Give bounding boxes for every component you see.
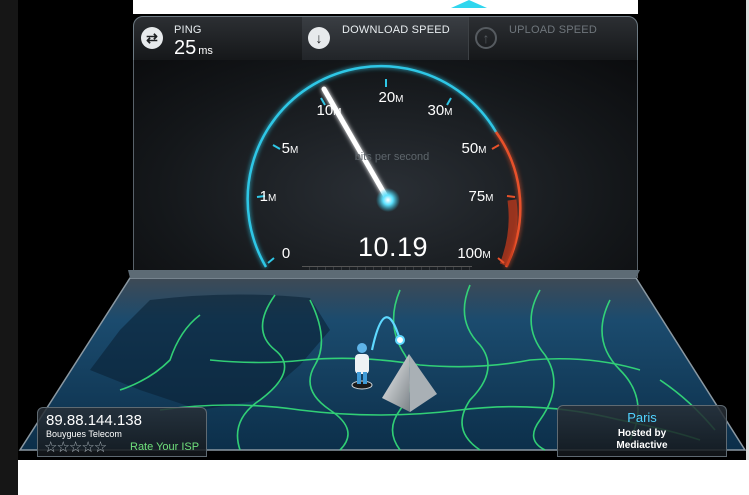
- server-host-name: Mediactive: [616, 440, 668, 451]
- gauge-hub: [376, 188, 400, 212]
- gauge-tick-label: 1M: [260, 188, 277, 205]
- isp-ip-address: 89.88.144.138: [46, 412, 142, 429]
- server-info-card[interactable]: Paris Hosted by Mediactive: [557, 405, 727, 457]
- gauge-tick-label: 30M: [427, 102, 452, 119]
- gauge-tick-label: 50M: [461, 140, 486, 157]
- active-tab-indicator: [451, 0, 487, 8]
- tab-download-speed[interactable]: ↓ DOWNLOAD SPEED: [302, 17, 469, 61]
- ping-arrows-icon: ⇄: [141, 27, 163, 49]
- tab-upload-speed[interactable]: ↑ UPLOAD SPEED: [469, 17, 637, 61]
- download-label: DOWNLOAD SPEED: [342, 24, 450, 36]
- ping-value: 25: [174, 37, 197, 59]
- upload-label: UPLOAD SPEED: [509, 24, 597, 36]
- upload-arrow-icon: ↑: [475, 27, 497, 49]
- connection-endpoint: [395, 335, 405, 345]
- gauge-tick-label: 75M: [468, 188, 493, 205]
- left-edge-strip: [0, 0, 18, 495]
- download-arrow-icon: ↓: [308, 27, 330, 49]
- isp-info-card: 89.88.144.138 Bouygues Telecom ☆☆☆☆☆ Rat…: [37, 407, 207, 457]
- top-cap: [133, 0, 638, 14]
- speedtest-stage: ⇄ PING 25 ms ↓ DOWNLOAD SPEED ↑ UPLOAD SP…: [0, 0, 749, 460]
- gauge-tick-label: 0: [282, 245, 290, 262]
- ping-label: PING: [174, 24, 202, 36]
- gauge-unit-text: bits per second: [354, 151, 430, 163]
- server-city: Paris: [627, 410, 657, 425]
- gauge-tick-label: 100M: [457, 245, 490, 262]
- page-background: [18, 460, 749, 495]
- gauge-arc-high-band: [499, 199, 518, 267]
- ping-value-group: 25 ms: [174, 37, 213, 60]
- metrics-panel: ⇄ PING 25 ms ↓ DOWNLOAD SPEED ↑ UPLOAD SP…: [133, 16, 638, 62]
- hosted-by-label: Hosted by: [617, 428, 667, 439]
- speed-readout: 10.19: [357, 232, 429, 262]
- speed-gauge: 01M5M10M20M30M50M75M100M bits per second…: [133, 60, 638, 289]
- map-platform-rim: [128, 270, 640, 278]
- isp-rating-stars[interactable]: ☆☆☆☆☆: [44, 438, 107, 456]
- gauge-tick-label: 20M: [378, 89, 403, 106]
- ping-unit: ms: [198, 45, 213, 57]
- rate-isp-link[interactable]: Rate Your ISP: [130, 441, 199, 453]
- tab-ping[interactable]: ⇄ PING 25 ms: [134, 17, 303, 61]
- gauge-tick-label: 5M: [282, 140, 299, 157]
